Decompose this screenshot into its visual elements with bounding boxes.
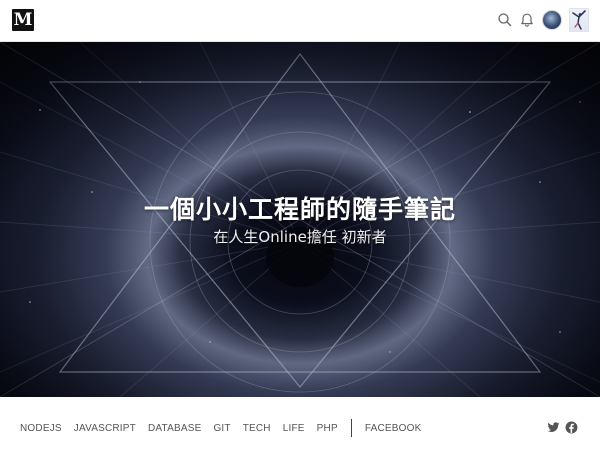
nav-item-javascript[interactable]: JAVASCRIPT xyxy=(74,423,136,434)
nav-item-facebook[interactable]: FACEBOOK xyxy=(365,423,422,434)
nav-item-nodejs[interactable]: NODEJS xyxy=(20,423,62,434)
twitter-icon[interactable] xyxy=(547,421,560,434)
profile-thumbnail[interactable] xyxy=(569,8,589,32)
category-nav: NODEJS JAVASCRIPT DATABASE GIT TECH LIFE… xyxy=(0,397,600,452)
search-icon[interactable] xyxy=(496,11,514,29)
avatar[interactable] xyxy=(542,10,562,30)
hero-banner: 一個小小工程師的隨手筆記 在人生Online擔任 初新者 xyxy=(0,42,600,397)
nav-item-database[interactable]: DATABASE xyxy=(148,423,201,434)
nav-items: NODEJS JAVASCRIPT DATABASE GIT TECH LIFE… xyxy=(20,419,433,437)
bell-icon[interactable] xyxy=(518,11,536,29)
hero-subtitle: 在人生Online擔任 初新者 xyxy=(213,228,387,246)
nav-item-git[interactable]: GIT xyxy=(213,423,230,434)
facebook-icon[interactable] xyxy=(565,421,578,434)
hero-title: 一個小小工程師的隨手筆記 xyxy=(143,195,456,224)
top-bar: M xyxy=(0,0,600,42)
nav-divider xyxy=(350,419,352,437)
nav-item-tech[interactable]: TECH xyxy=(243,423,271,434)
nav-item-php[interactable]: PHP xyxy=(317,423,338,434)
medium-logo[interactable]: M xyxy=(12,9,34,31)
nav-item-life[interactable]: LIFE xyxy=(283,423,305,434)
